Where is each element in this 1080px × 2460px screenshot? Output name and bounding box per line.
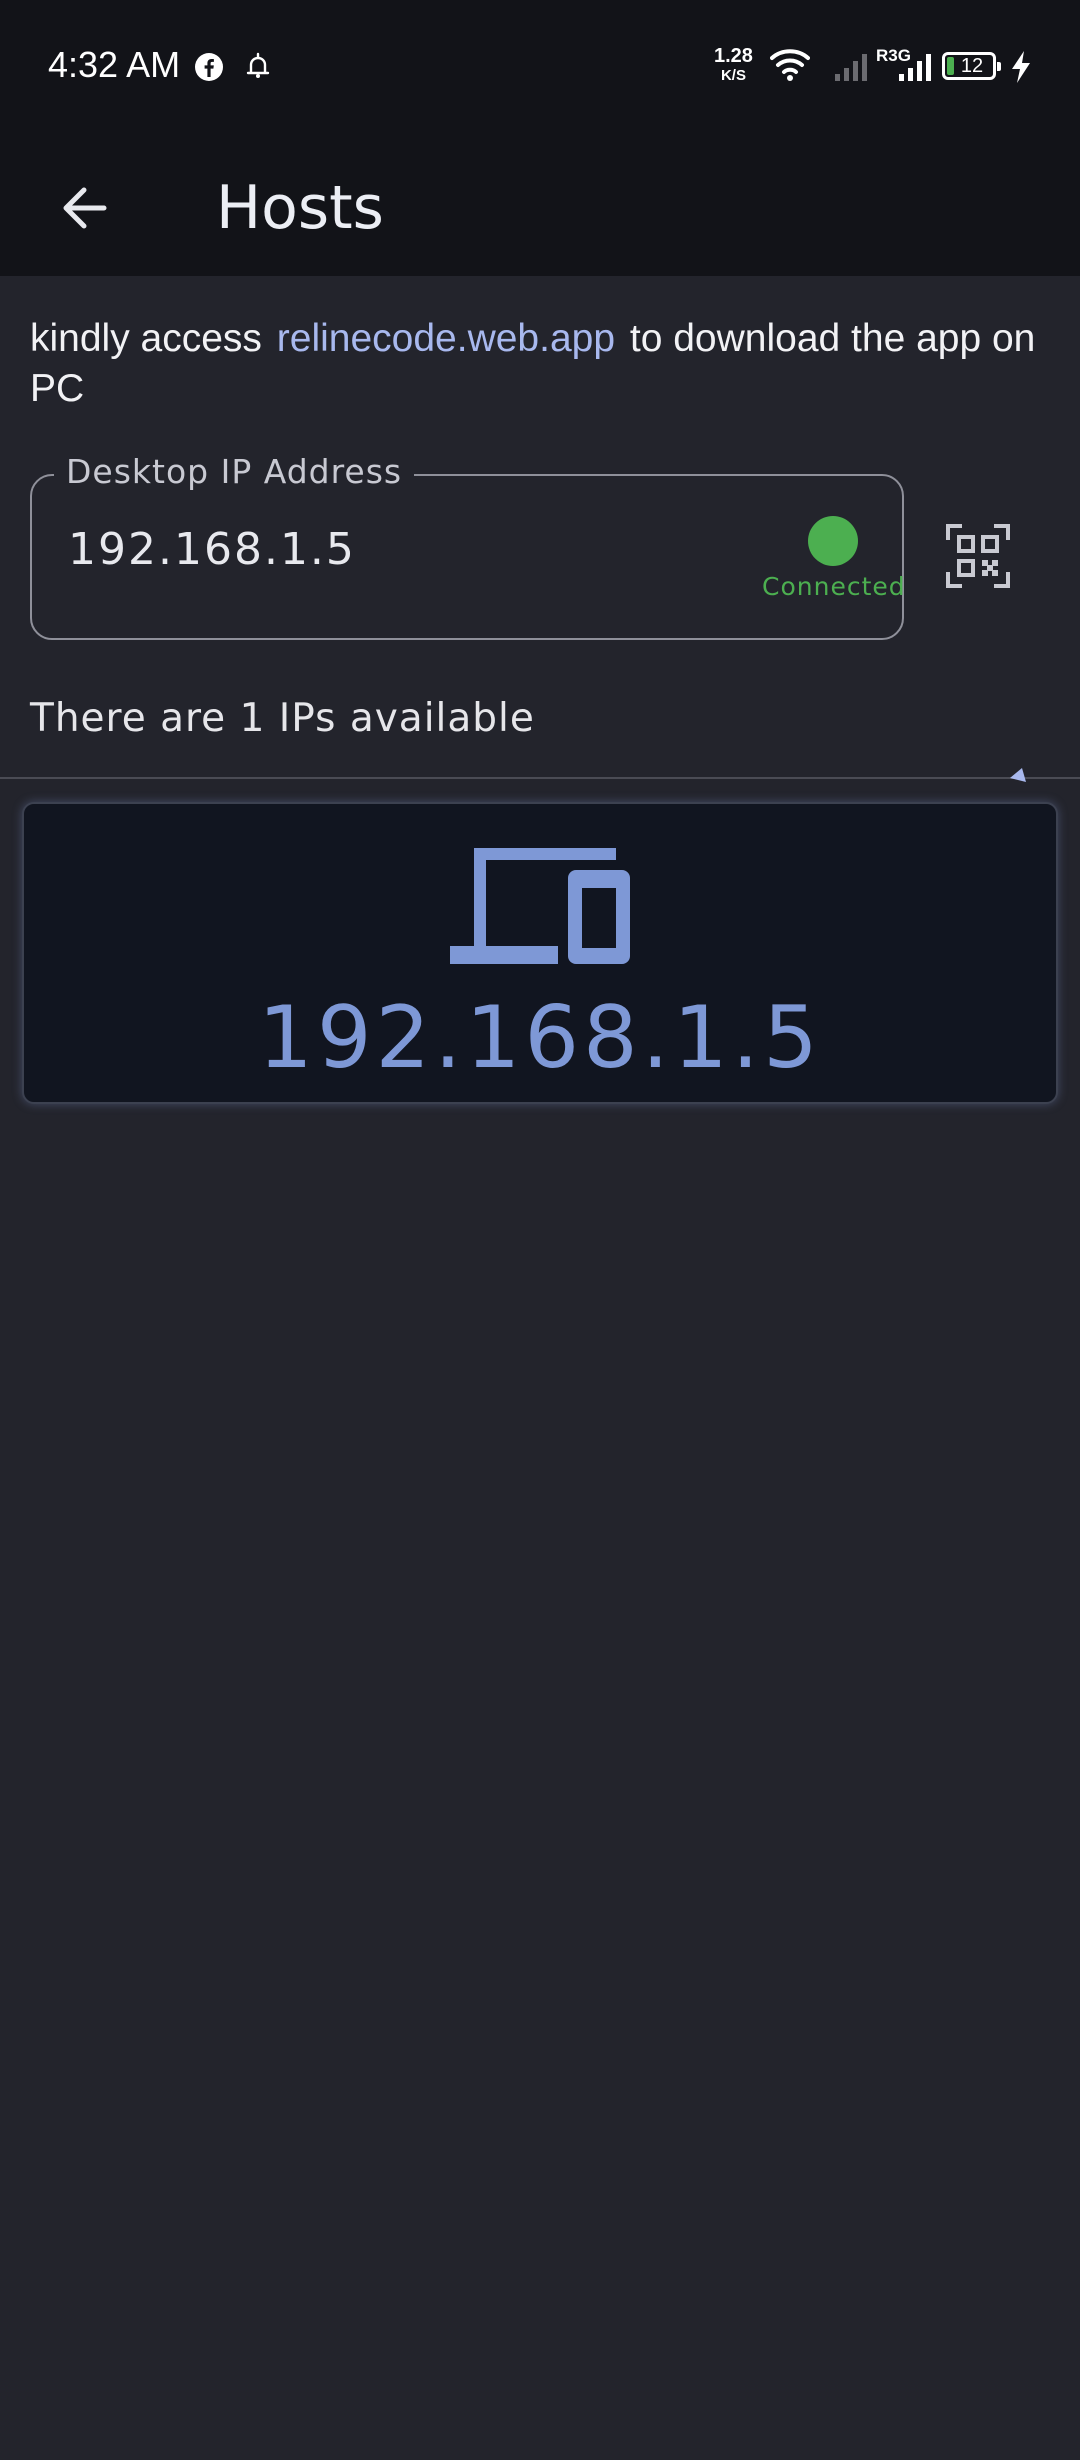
download-info: kindly access relinecode.web.app to down… xyxy=(30,314,1060,414)
status-bar: 4:32 AM 1.28 K/S R3G 12 xyxy=(0,0,1080,136)
divider xyxy=(0,777,1080,779)
notification-bell-icon xyxy=(242,50,274,86)
wifi-icon xyxy=(770,48,810,86)
connection-status-text: Connected xyxy=(762,572,906,601)
download-link[interactable]: relinecode.web.app xyxy=(273,317,619,360)
connection-status-dot xyxy=(808,516,858,566)
battery-icon: 12 xyxy=(942,52,1001,80)
signal-weak-icon xyxy=(834,52,870,86)
battery-level: 12 xyxy=(960,55,984,77)
back-button[interactable] xyxy=(40,166,128,254)
facebook-icon xyxy=(194,52,224,86)
network-speed: 1.28 K/S xyxy=(714,46,753,86)
qr-scan-button[interactable] xyxy=(938,518,1018,598)
qr-scan-icon xyxy=(946,524,1010,592)
host-ip: 192.168.1.5 xyxy=(258,988,822,1088)
desktop-ip-input[interactable] xyxy=(68,524,708,575)
refresh-indicator-icon xyxy=(1006,764,1030,792)
charging-bolt-icon xyxy=(1010,50,1032,88)
network-speed-unit: K/S xyxy=(720,67,746,84)
app-bar: Hosts xyxy=(0,136,1080,276)
info-prefix: kindly access xyxy=(30,317,262,360)
devices-icon xyxy=(450,840,636,972)
signal-strong-icon xyxy=(898,52,934,86)
status-time: 4:32 AM xyxy=(48,44,181,85)
available-hosts-count: There are 1 IPs available xyxy=(30,696,535,741)
network-speed-value: 1.28 xyxy=(714,45,753,67)
desktop-ip-label: Desktop IP Address xyxy=(54,452,415,491)
host-card[interactable]: 192.168.1.5 xyxy=(22,802,1058,1104)
page-title: Hosts xyxy=(216,173,384,243)
desktop-ip-field: Desktop IP Address Connected xyxy=(30,452,906,640)
arrow-left-icon xyxy=(58,182,110,238)
